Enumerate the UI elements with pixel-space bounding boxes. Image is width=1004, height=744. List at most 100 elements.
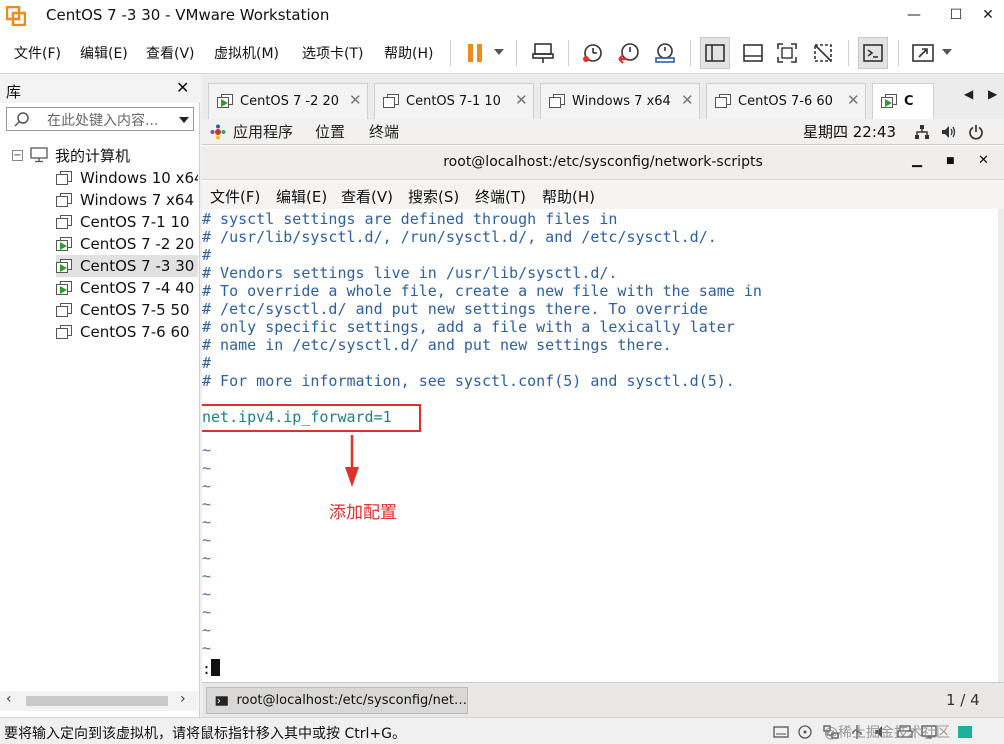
cd-drive-icon[interactable] (796, 724, 814, 740)
gnome-terminal-menu[interactable]: 终端 (369, 121, 399, 142)
vm-icon (56, 302, 73, 318)
menu-help[interactable]: 帮助(H) (384, 43, 433, 63)
vm-tab[interactable]: Windows 7 x64 ✕ (540, 83, 700, 119)
menu-tabs[interactable]: 选项卡(T) (302, 43, 363, 63)
pause-dropdown-caret[interactable] (494, 49, 504, 55)
send-ctrl-alt-del-button[interactable] (528, 37, 558, 69)
library-horizontal-scrollbar[interactable]: ‹ › (0, 691, 198, 711)
minimize-button[interactable]: — (902, 3, 926, 27)
vm-tab[interactable]: CentOS 7-1 10 ✕ (374, 83, 534, 119)
terminal-comment-line: # (202, 354, 212, 372)
message-log-icon[interactable] (956, 724, 974, 740)
library-close-button[interactable]: ✕ (176, 78, 189, 97)
thumbnail-bar-button[interactable] (738, 37, 768, 69)
library-search-input[interactable]: 在此处键入内容... (6, 107, 194, 131)
terminal-close-button[interactable]: ✕ (978, 153, 989, 168)
terminal-menu-file[interactable]: 文件(F) (210, 186, 260, 207)
snapshot-button[interactable] (578, 37, 608, 69)
terminal-title: root@localhost:/etc/sysconfig/network-sc… (443, 154, 763, 170)
menu-view[interactable]: 查看(V) (146, 43, 195, 63)
volume-icon[interactable] (940, 124, 957, 140)
vim-empty-line-tilde: ~ (202, 639, 212, 657)
terminal-menu-search[interactable]: 搜索(S) (408, 186, 459, 207)
tab-scroll-right-icon[interactable]: ▶ (988, 87, 997, 101)
terminal-minimize-button[interactable]: ▁ (912, 153, 922, 168)
terminal-maximize-button[interactable]: ■ (946, 156, 955, 166)
gnome-clock[interactable]: 星期四 22:43 (803, 121, 896, 142)
terminal-text-area[interactable]: # sysctl settings are defined through fi… (202, 209, 998, 682)
close-button[interactable]: ✕ (976, 3, 1000, 27)
guest-display[interactable]: 应用程序 位置 终端 星期四 22:43 root@localhost:/etc… (202, 119, 1004, 682)
vm-tree-item[interactable]: CentOS 7 -4 40 (56, 277, 198, 299)
network-icon[interactable] (914, 124, 930, 140)
tab-close-icon[interactable]: ✕ (847, 91, 860, 109)
gnome-places-menu[interactable]: 位置 (315, 121, 345, 142)
vm-tab[interactable]: CentOS 7 -2 20 ✕ (208, 83, 368, 119)
menu-vm[interactable]: 虚拟机(M) (214, 43, 279, 63)
menu-file[interactable]: 文件(F) (14, 43, 61, 63)
terminal-menu-edit[interactable]: 编辑(E) (276, 186, 327, 207)
terminal-comment-line: # (202, 246, 212, 264)
fullscreen-button[interactable] (772, 37, 802, 69)
sidebar-layout-icon (705, 44, 725, 62)
stretch-dropdown-caret[interactable] (942, 49, 952, 55)
taskbar-terminal-item[interactable]: root@localhost:/etc/sysconfig/net… (206, 687, 468, 714)
scrollbar-thumb[interactable] (26, 696, 168, 706)
terminal-menu-terminal[interactable]: 终端(T) (475, 186, 526, 207)
vm-icon (549, 94, 566, 109)
maximize-button[interactable]: ☐ (944, 3, 968, 27)
vm-running-icon (56, 258, 73, 274)
collapse-icon[interactable]: − (12, 149, 23, 161)
tab-close-icon[interactable]: ✕ (515, 91, 528, 109)
stretch-button[interactable] (908, 37, 938, 69)
vm-tab[interactable]: CentOS 7-6 60 ✕ (706, 83, 866, 119)
snapshot-manager-button[interactable] (650, 37, 680, 69)
watermark-text: @稀土掘金技术社区 (824, 725, 950, 741)
tab-close-icon[interactable]: ✕ (681, 91, 694, 109)
unity-button[interactable] (808, 37, 838, 69)
tab-close-icon[interactable]: ✕ (349, 91, 362, 109)
library-header: 库 ✕ (0, 75, 200, 103)
workspace-indicator[interactable]: 1 / 4 (946, 691, 980, 709)
vm-tree-item[interactable]: CentOS 7-6 60 (56, 321, 198, 343)
vm-tree-item[interactable]: Windows 7 x64 (56, 189, 198, 211)
vim-empty-line-tilde: ~ (202, 549, 212, 567)
scroll-left-icon[interactable]: ‹ (6, 691, 12, 707)
vm-tree-item[interactable]: CentOS 7 -3 30 (56, 255, 198, 277)
revert-snapshot-button[interactable] (614, 37, 644, 69)
vm-icon (56, 192, 73, 208)
gnome-top-bar: 应用程序 位置 终端 星期四 22:43 (202, 119, 1004, 145)
tree-root-my-computer[interactable]: − 我的计算机 (12, 145, 130, 165)
pause-button[interactable] (460, 37, 490, 69)
console-view-button[interactable] (858, 37, 888, 69)
menu-edit[interactable]: 编辑(E) (80, 43, 128, 63)
pause-icon (468, 44, 482, 62)
snapshot-manager-icon (655, 43, 675, 63)
tab-scroll-left-icon[interactable]: ◀ (964, 87, 973, 101)
gnome-applications-menu[interactable]: 应用程序 (233, 121, 293, 142)
vm-tree-item[interactable]: CentOS 7-5 50 (56, 299, 198, 321)
scroll-right-icon[interactable]: › (180, 691, 186, 707)
vm-tab-label: C (904, 94, 914, 109)
vm-tree-item-label: CentOS 7-1 10 (80, 213, 190, 231)
vim-empty-line-tilde: ~ (202, 513, 212, 531)
vm-tree-item[interactable]: CentOS 7 -2 20 (56, 233, 198, 255)
bottom-bar-layout-icon (743, 44, 763, 62)
vm-tree-item[interactable]: Windows 10 x64 (56, 167, 198, 189)
fullscreen-icon (777, 43, 797, 63)
terminal-menu-view[interactable]: 查看(V) (341, 186, 393, 207)
vmware-logo-icon (6, 6, 26, 26)
vm-icon (56, 214, 73, 230)
terminal-icon (215, 695, 228, 706)
computer-icon (30, 147, 48, 163)
terminal-menu-help[interactable]: 帮助(H) (542, 186, 595, 207)
vm-tab[interactable]: C (872, 83, 934, 119)
chevron-down-icon[interactable] (179, 117, 189, 123)
hard-disk-icon[interactable] (772, 724, 790, 740)
vm-tree-item[interactable]: CentOS 7-1 10 (56, 211, 198, 233)
show-library-button[interactable] (700, 37, 730, 69)
terminal-scrollbar[interactable] (998, 209, 1004, 682)
terminal-comment-line: # only specific settings, add a file wit… (202, 318, 735, 336)
power-icon[interactable] (968, 124, 984, 140)
unity-disabled-icon (814, 44, 832, 62)
